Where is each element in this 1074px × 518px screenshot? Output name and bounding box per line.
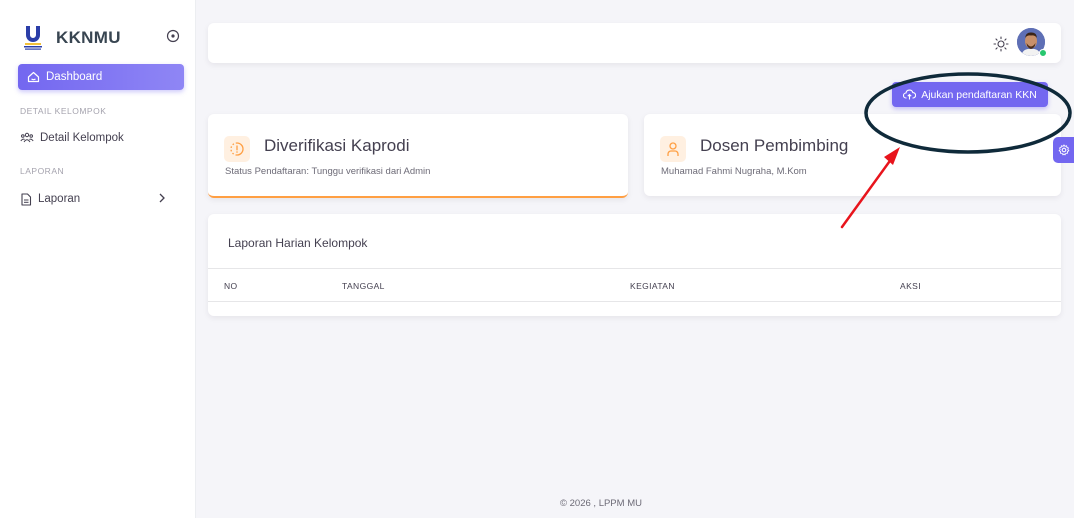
sidebar: KKNMU Dashboard DETAIL KELOMPOK Detail K… — [0, 0, 196, 518]
gear-icon — [1058, 144, 1069, 156]
chevron-right-icon — [159, 193, 165, 203]
home-icon — [27, 71, 40, 83]
menu-header-detail-kelompok: DETAIL KELOMPOK — [20, 106, 107, 116]
register-button-label: Ajukan pendaftaran KKN — [921, 88, 1037, 101]
top-navbar — [208, 23, 1061, 63]
supervisor-card: Dosen Pembimbing Muhamad Fahmi Nugraha, … — [644, 114, 1061, 196]
card-title: Diverifikasi Kaprodi — [264, 136, 410, 155]
registration-status-text: Status Pendaftaran: Tunggu verifikasi da… — [225, 166, 431, 177]
brand-name: KKNMU — [56, 28, 121, 47]
footer-copyright: © 2026 , LPPM MU — [560, 498, 642, 509]
register-kkn-button[interactable]: Ajukan pendaftaran KKN — [892, 82, 1048, 107]
verification-status-card: Diverifikasi Kaprodi Status Pendaftaran:… — [208, 114, 628, 198]
brand-logo — [22, 24, 44, 52]
supervisor-name: Muhamad Fahmi Nugraha, M.Kom — [661, 166, 807, 177]
column-header-kegiatan[interactable]: KEGIATAN — [630, 281, 675, 291]
customizer-toggle[interactable] — [1053, 137, 1074, 163]
sidebar-toggle-icon[interactable] — [166, 29, 180, 43]
user-icon — [660, 136, 686, 162]
users-icon — [20, 132, 34, 143]
sidebar-item-label: Dashboard — [46, 71, 103, 83]
column-header-no[interactable]: NO — [224, 281, 238, 291]
sidebar-item-detail-kelompok[interactable]: Detail Kelompok — [20, 128, 180, 148]
sun-icon[interactable] — [993, 36, 1009, 52]
cloud-upload-icon — [903, 89, 917, 100]
daily-report-table-card: Laporan Harian Kelompok NO TANGGAL KEGIA… — [208, 214, 1061, 316]
sidebar-item-dashboard[interactable]: Dashboard — [18, 64, 184, 90]
sidebar-item-laporan[interactable]: Laporan — [20, 189, 180, 209]
menu-header-laporan: LAPORAN — [20, 166, 65, 176]
column-header-aksi[interactable]: AKSI — [900, 281, 921, 291]
file-icon — [21, 192, 32, 206]
brand[interactable]: KKNMU — [22, 24, 121, 52]
card-title: Dosen Pembimbing — [700, 136, 849, 155]
sidebar-item-label: Detail Kelompok — [40, 132, 124, 144]
online-status-dot — [1039, 49, 1047, 57]
pending-icon — [224, 136, 250, 162]
table-title: Laporan Harian Kelompok — [228, 236, 368, 250]
table-header-row: NO TANGGAL KEGIATAN AKSI — [208, 268, 1061, 302]
column-header-tanggal[interactable]: TANGGAL — [342, 281, 385, 291]
sidebar-item-label: Laporan — [38, 193, 81, 205]
